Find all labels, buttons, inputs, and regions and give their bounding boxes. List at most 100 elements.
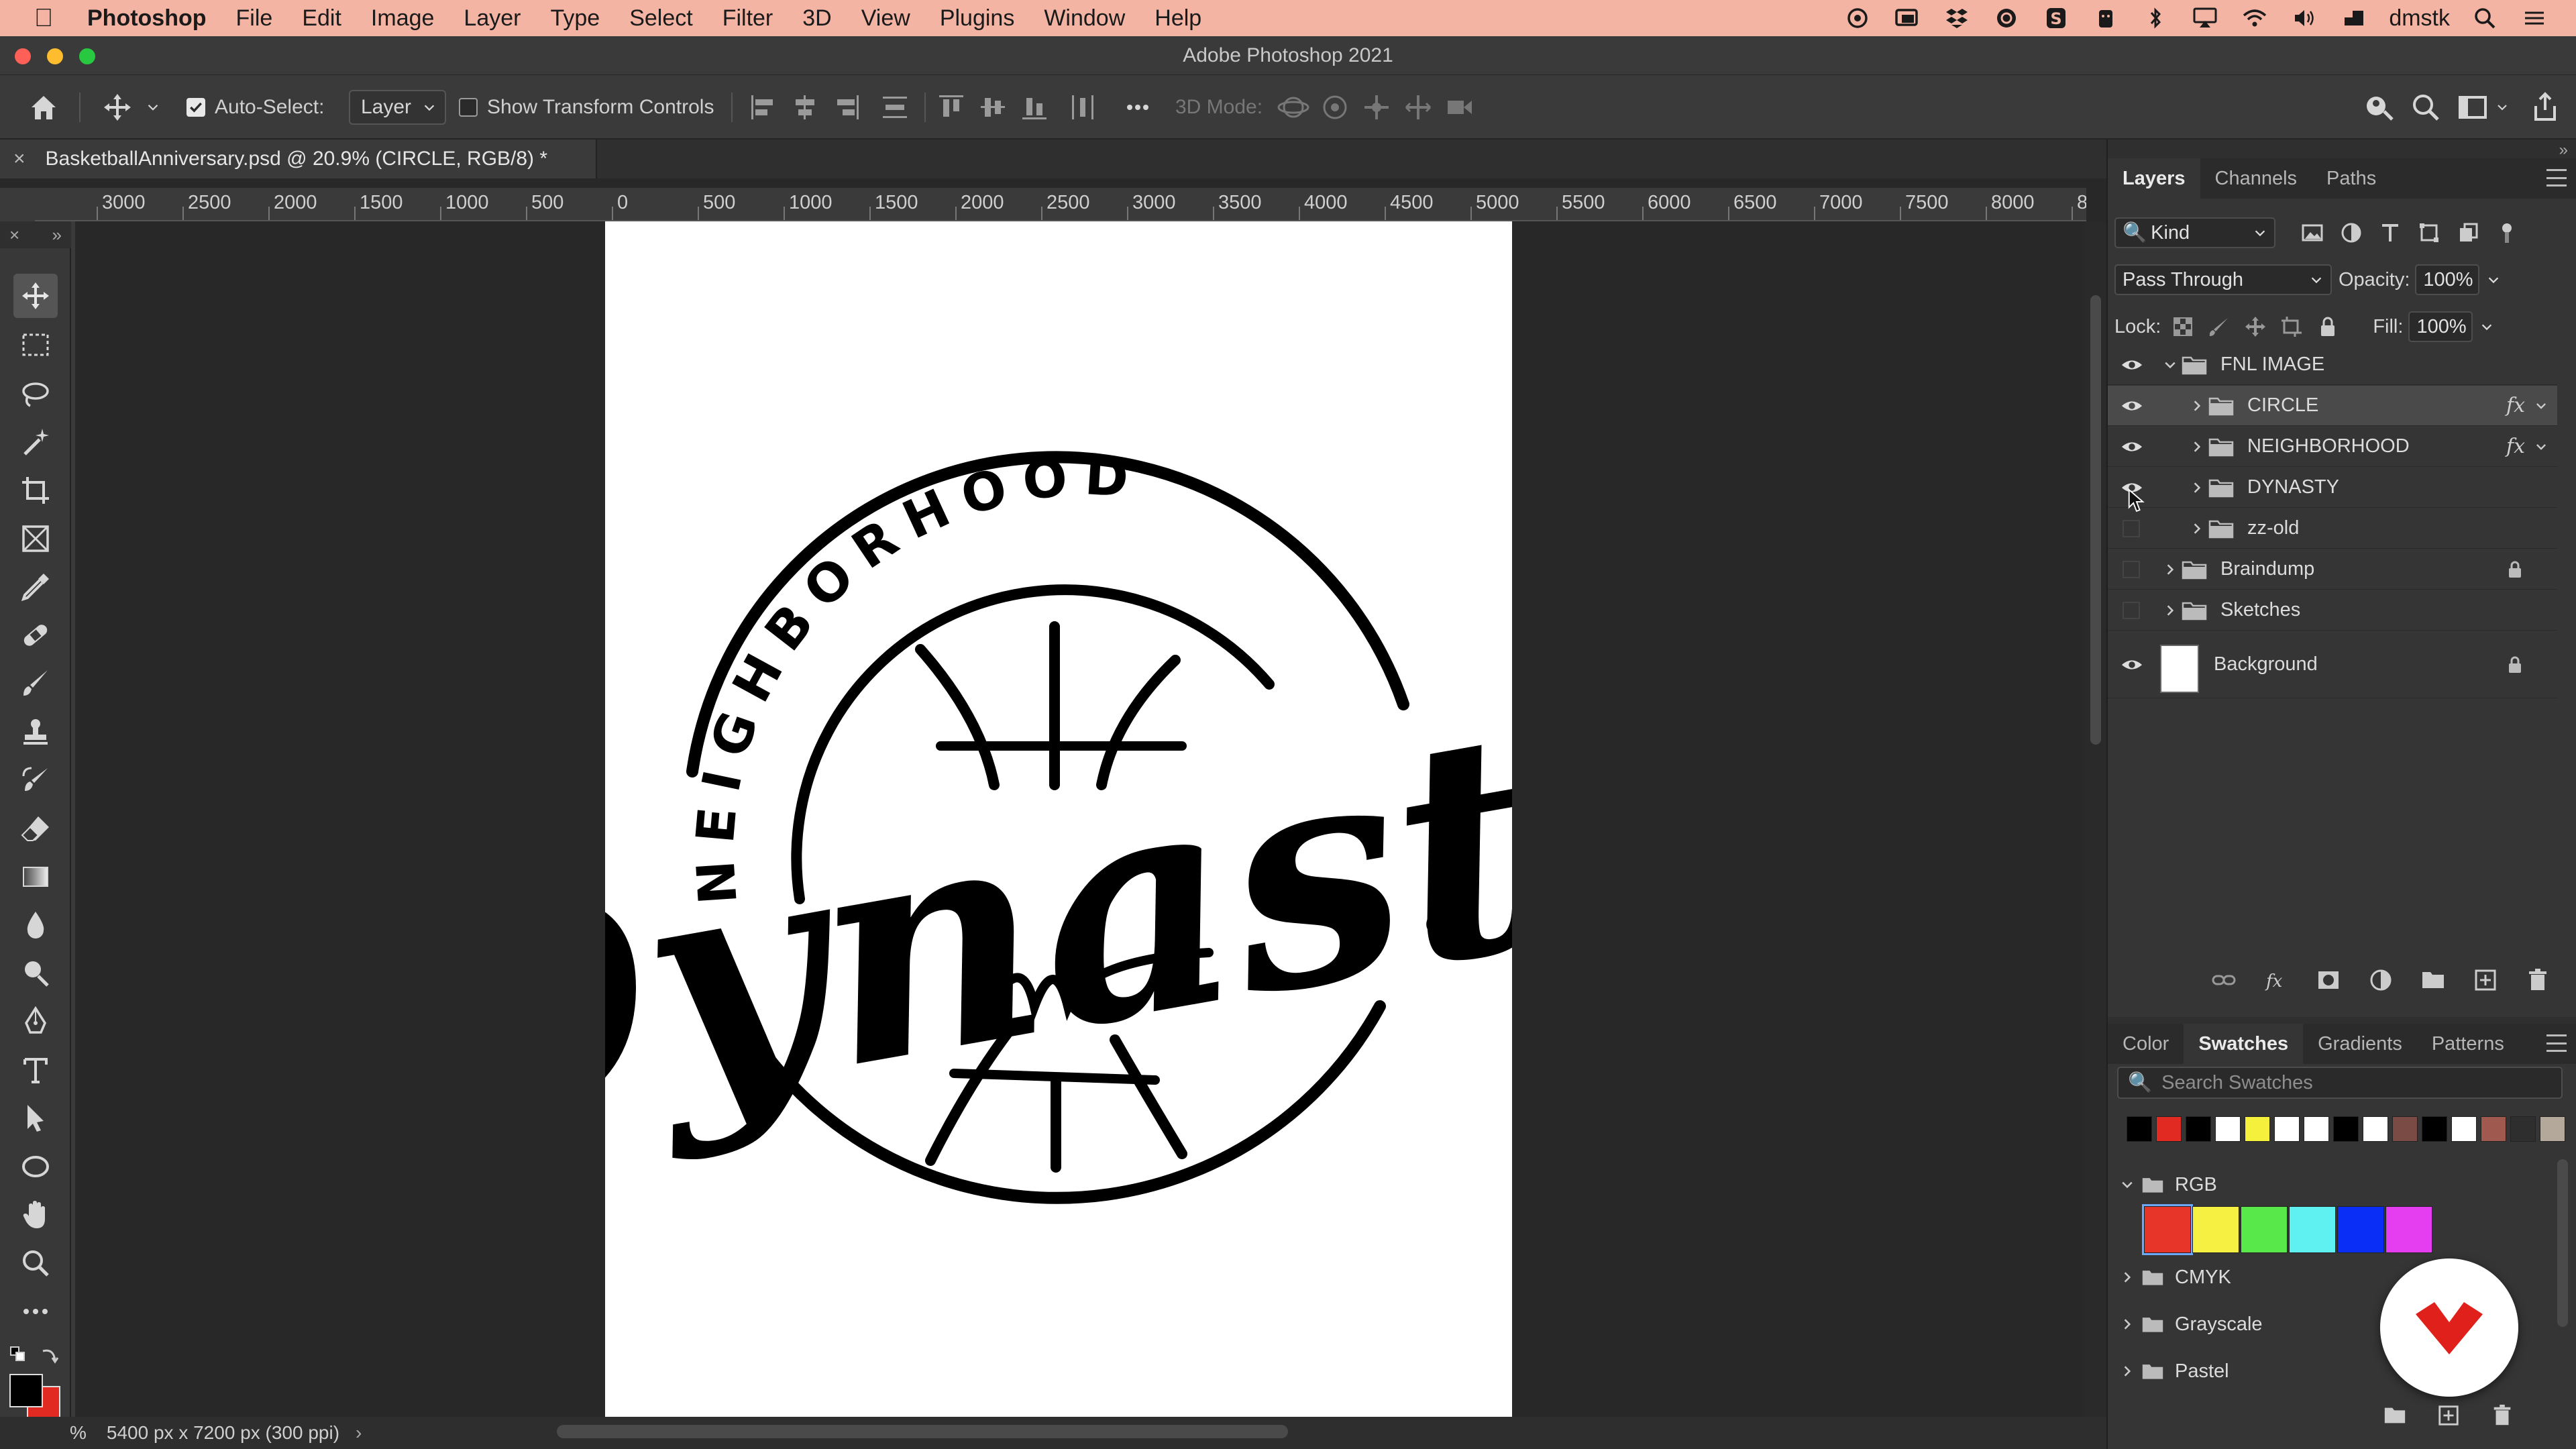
- rgb-swatch[interactable]: [2142, 1204, 2193, 1255]
- move-tool[interactable]: [13, 274, 58, 318]
- rgb-swatch[interactable]: [2385, 1206, 2432, 1253]
- home-icon[interactable]: [20, 75, 67, 140]
- pen-tool[interactable]: [13, 1000, 58, 1044]
- search-icon[interactable]: [2406, 75, 2446, 140]
- opacity-slider-chevron-icon[interactable]: [2486, 272, 2501, 287]
- marquee-tool[interactable]: [13, 323, 58, 368]
- filter-adjustment-icon[interactable]: [2340, 221, 2363, 244]
- 3d-scale-icon[interactable]: [1441, 75, 1479, 140]
- foreground-color-swatch[interactable]: [9, 1374, 43, 1407]
- filter-toggle-icon[interactable]: [2496, 221, 2518, 244]
- tab-gradients[interactable]: Gradients: [2303, 1024, 2417, 1064]
- recent-swatch[interactable]: [2363, 1116, 2388, 1142]
- close-tools-icon[interactable]: ×: [9, 225, 19, 246]
- recent-swatch[interactable]: [2245, 1116, 2270, 1142]
- fill-slider-chevron-icon[interactable]: [2479, 319, 2494, 334]
- 3d-pan-icon[interactable]: [1358, 75, 1395, 140]
- volume-icon[interactable]: [2290, 6, 2319, 30]
- chevron-down-icon[interactable]: [2534, 399, 2548, 413]
- filter-smart-object-icon[interactable]: [2457, 221, 2479, 244]
- path-selection-tool[interactable]: [13, 1096, 58, 1140]
- horizontal-scroll-thumb[interactable]: [557, 1425, 1288, 1438]
- recent-swatch[interactable]: [2156, 1116, 2182, 1142]
- menu-3d[interactable]: 3D: [788, 5, 846, 32]
- chevron-right-icon[interactable]: [2188, 479, 2206, 496]
- collapse-dock-icon[interactable]: »: [2559, 141, 2568, 160]
- rgb-swatch[interactable]: [2192, 1206, 2239, 1253]
- align-bottom-icon[interactable]: [1016, 75, 1053, 140]
- document-dimensions[interactable]: 5400 px x 7200 px (300 ppi): [107, 1422, 339, 1444]
- brush-tool[interactable]: [13, 661, 58, 706]
- visibility-toggle-empty[interactable]: [2123, 519, 2140, 537]
- creative-cloud-icon[interactable]: [1843, 6, 1872, 30]
- menu-type[interactable]: Type: [535, 5, 614, 32]
- fill-input[interactable]: 100%: [2408, 311, 2473, 342]
- blur-tool[interactable]: [13, 903, 58, 947]
- visibility-eye-icon[interactable]: [2120, 394, 2144, 418]
- tab-channels[interactable]: Channels: [2200, 158, 2312, 199]
- menu-layer[interactable]: Layer: [449, 5, 535, 32]
- chevron-down-icon[interactable]: [2490, 75, 2514, 140]
- layer-row-neighborhood[interactable]: NEIGHBORHOOD fx: [2108, 427, 2557, 467]
- add-layer-style-fx-icon[interactable]: fx: [2263, 967, 2289, 993]
- workspace-icon[interactable]: [2453, 75, 2493, 140]
- menu-window[interactable]: Window: [1029, 5, 1140, 32]
- recent-swatch[interactable]: [2304, 1116, 2329, 1142]
- chevron-right-icon[interactable]: [2120, 1270, 2135, 1285]
- swap-colors-icon[interactable]: [40, 1346, 59, 1364]
- align-left-icon[interactable]: [745, 75, 782, 140]
- visibility-toggle-empty[interactable]: [2123, 601, 2140, 619]
- tab-color[interactable]: Color: [2108, 1024, 2184, 1064]
- lock-position-icon[interactable]: [2244, 315, 2267, 338]
- recent-swatch[interactable]: [2481, 1116, 2506, 1142]
- recent-swatch[interactable]: [2215, 1116, 2241, 1142]
- layer-row-circle[interactable]: CIRCLE fx: [2108, 386, 2557, 426]
- link-layers-icon[interactable]: [2211, 967, 2237, 993]
- layers-panel-menu-icon[interactable]: [2546, 169, 2567, 186]
- layer-effects-fx-icon[interactable]: fx: [2506, 435, 2525, 458]
- lock-artboard-icon[interactable]: [2280, 315, 2303, 338]
- add-layer-mask-icon[interactable]: [2316, 967, 2341, 993]
- visibility-eye-icon[interactable]: [2120, 653, 2144, 677]
- chevron-down-icon[interactable]: [2534, 440, 2548, 453]
- dodge-tool[interactable]: [13, 951, 58, 996]
- default-colors-icon[interactable]: [9, 1346, 25, 1362]
- layer-row-zz-old[interactable]: zz-old: [2108, 508, 2557, 549]
- gradient-tool[interactable]: [13, 855, 58, 899]
- auto-select-checkbox[interactable]: Auto-Select:: [186, 75, 324, 140]
- user-name[interactable]: dmstk: [2389, 5, 2450, 32]
- tab-patterns[interactable]: Patterns: [2417, 1024, 2519, 1064]
- healing-brush-tool[interactable]: [13, 613, 58, 657]
- new-adjustment-layer-icon[interactable]: [2368, 967, 2394, 993]
- ellipse-tool[interactable]: [13, 1144, 58, 1189]
- eraser-tool[interactable]: [13, 806, 58, 851]
- menu-plugins[interactable]: Plugins: [925, 5, 1030, 32]
- distribute-vertical-icon[interactable]: [876, 75, 914, 140]
- document-canvas[interactable]: NEIGHBORHOOD Dynasty !: [351, 221, 1756, 1422]
- recent-swatch[interactable]: [2186, 1116, 2211, 1142]
- opacity-input[interactable]: 100%: [2415, 264, 2480, 295]
- layer-row-background[interactable]: Background: [2108, 631, 2557, 698]
- recent-swatch[interactable]: [2392, 1116, 2418, 1142]
- airplay-icon[interactable]: [2190, 6, 2220, 30]
- blend-mode-dropdown[interactable]: Pass Through: [2114, 264, 2332, 295]
- layer-lock-icon[interactable]: [2505, 559, 2525, 580]
- tab-swatches[interactable]: Swatches: [2184, 1024, 2304, 1064]
- lock-all-icon[interactable]: [2316, 315, 2339, 338]
- zoom-tool[interactable]: [13, 1241, 58, 1285]
- 3d-orbit-icon[interactable]: [1275, 75, 1312, 140]
- filter-shape-icon[interactable]: [2418, 221, 2440, 244]
- menu-edit[interactable]: Edit: [287, 5, 356, 32]
- menu-view[interactable]: View: [847, 5, 925, 32]
- visibility-eye-icon[interactable]: [2120, 435, 2144, 459]
- recent-swatch[interactable]: [2540, 1116, 2565, 1142]
- align-right-icon[interactable]: [828, 75, 865, 140]
- chevron-right-icon[interactable]: [2161, 561, 2179, 578]
- visibility-eye-icon[interactable]: [2120, 353, 2144, 377]
- more-options-icon[interactable]: [1119, 75, 1157, 140]
- chevron-right-icon[interactable]: [2188, 397, 2206, 415]
- menu-help[interactable]: Help: [1140, 5, 1216, 32]
- swatch-search-input[interactable]: 🔍 Search Swatches: [2117, 1067, 2563, 1099]
- layer-row-braindump[interactable]: Braindump: [2108, 549, 2557, 590]
- lasso-tool[interactable]: [13, 372, 58, 416]
